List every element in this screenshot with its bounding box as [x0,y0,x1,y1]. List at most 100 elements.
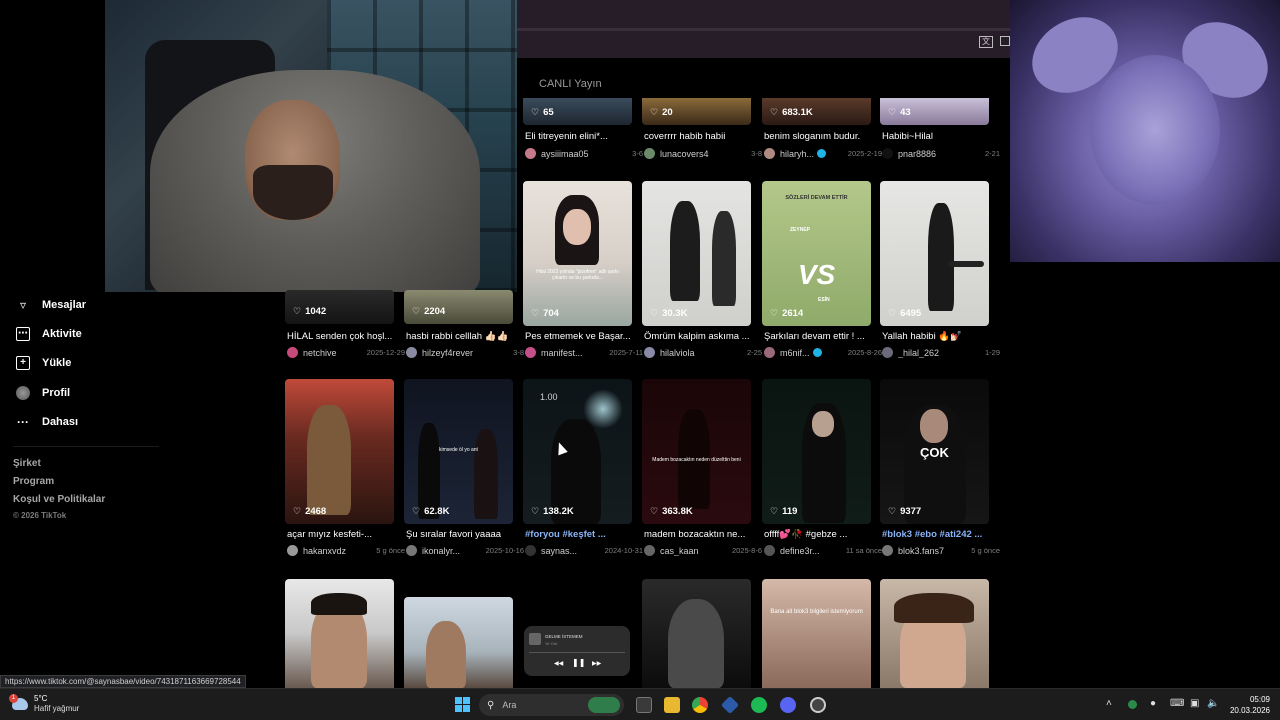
username[interactable]: hakanxvdz [303,546,346,556]
video-caption[interactable]: Eli titreyenin elini*... [525,131,643,142]
video-card[interactable]: ♡ 1042 HİLAL senden çok hoşl... netchive … [285,290,405,358]
video-card[interactable]: ♡ 119 offff💕🥀 #gebze ... define3r... 11 s… [762,379,882,556]
network-icon[interactable]: ▣ [1190,698,1199,709]
video-thumbnail[interactable]: ♡ 65 [523,98,632,125]
windows-start-icon[interactable] [455,697,470,712]
avatar[interactable] [525,545,536,556]
footer-link-terms[interactable]: Koşul ve Politikalar [13,494,105,505]
avatar[interactable] [644,148,655,159]
avatar[interactable] [764,148,775,159]
video-card[interactable]: Hilal 2022 yılında "pizofren" adlı şarkı… [523,181,643,358]
username[interactable]: cas_kaan [660,546,699,556]
chrome-icon[interactable] [692,697,708,713]
username[interactable]: netchive [303,348,337,358]
username[interactable]: blok3.fans7 [898,546,944,556]
video-caption[interactable]: HİLAL senden çok hoşl... [287,331,405,342]
video-thumbnail[interactable]: Madem bozacaktın neden düzelttin beni ♡ 3… [642,379,751,524]
video-card[interactable] [285,579,394,688]
weather-widget[interactable]: 1 5°C Hafif yağmur [9,693,79,713]
video-caption[interactable]: Pes etmemek ve Başar... [525,331,643,342]
video-thumbnail[interactable]: ♡ 2204 [404,290,513,324]
video-caption[interactable]: #blok3 #ebo #ati242 ... [882,529,1000,540]
nav-profile[interactable]: Profil [16,386,70,400]
next-icon[interactable]: ▶▶ [592,660,601,667]
nav-more[interactable]: ··· Dahası [16,415,78,429]
username[interactable]: ikonalyr... [422,546,460,556]
username[interactable]: define3r... [780,546,820,556]
video-caption[interactable]: hasbi rabbi celllah 👍🏻👍🏻 [406,331,524,342]
video-thumbnail[interactable]: ♡ 119 [762,379,871,524]
translate-icon[interactable]: 文 [979,36,993,48]
tray-app-icon[interactable] [1128,700,1137,709]
avatar[interactable] [287,347,298,358]
video-thumbnail[interactable] [880,579,989,688]
video-thumbnail[interactable]: ♡ 1042 [285,290,394,324]
system-clock[interactable]: 05:09 20.03.2026 [1230,694,1270,716]
obs-icon[interactable] [810,697,826,713]
video-card[interactable]: ♡ 2468 açar mıyız kesfeti-... hakanxvdz 5… [285,379,405,556]
username[interactable]: m6nif... [780,348,810,358]
video-caption[interactable]: Yallah habibi 🔥💅🏻 [882,331,1000,342]
video-thumbnail[interactable] [285,579,394,688]
keyboard-icon[interactable]: ⌨ [1170,698,1184,709]
avatar[interactable] [644,347,655,358]
avatar[interactable] [525,148,536,159]
footer-link-company[interactable]: Şirket [13,458,41,469]
avatar[interactable] [764,347,775,358]
video-card[interactable]: ♡ 2204 hasbi rabbi celllah 👍🏻👍🏻 hilzeyf4r… [404,290,524,358]
video-card[interactable] [642,579,751,688]
video-card[interactable]: ÇOK ♡ 9377 #blok3 #ebo #ati242 ... blok3.… [880,379,1000,556]
spotify-icon[interactable] [751,697,767,713]
avatar[interactable] [882,347,893,358]
video-caption[interactable]: açar mıyız kesfeti-... [287,529,405,540]
nav-upload[interactable]: + Yükle [16,356,71,370]
video-thumbnail[interactable]: ♡ 43 [880,98,989,125]
avatar[interactable] [287,545,298,556]
username[interactable]: hilaryh... [780,149,814,159]
video-thumbnail[interactable]: ♡ 20 [642,98,751,125]
video-caption[interactable]: Ömrüm kalpim askıma ... [644,331,762,342]
tray-overflow-icon[interactable]: ˄ [1106,698,1112,709]
avatar[interactable] [644,545,655,556]
video-thumbnail[interactable] [404,597,513,688]
video-caption[interactable]: Şarkıları devam ettir ! ... [764,331,882,342]
app-icon[interactable] [720,695,740,715]
video-thumbnail[interactable]: ♡ 683.1K [762,98,871,125]
video-card[interactable]: kimsede öl yo ant ♡ 62.8K Şu sıralar favo… [404,379,524,556]
video-caption[interactable]: Habibi~Hilal [882,131,1000,142]
previous-icon[interactable]: ◀◀ [554,660,563,667]
video-caption[interactable]: madem bozacaktın ne... [644,529,762,540]
discord-icon[interactable] [780,697,796,713]
username[interactable]: _hilal_262 [898,348,939,358]
username[interactable]: hilalviola [660,348,695,358]
video-thumbnail[interactable]: SÖZLERİ DEVAM ETTİR VS ZEYNEP ESİN ♡ 2614 [762,181,871,326]
video-caption[interactable]: benim sloganım budur. [764,131,882,142]
video-caption[interactable]: offff💕🥀 #gebze ... [764,529,882,540]
video-card[interactable]: ♡ 683.1K benim sloganım budur. hilaryh...… [762,98,882,159]
video-card[interactable]: ♡ 65 Eli titreyenin elini*... aysiiimaa05… [523,98,643,159]
video-card[interactable]: SÖZLERİ DEVAM ETTİR VS ZEYNEP ESİN ♡ 2614… [762,181,882,358]
video-thumbnail[interactable]: kimsede öl yo ant ♡ 62.8K [404,379,513,524]
username[interactable]: lunacovers4 [660,149,709,159]
video-card[interactable]: ♡ 43 Habibi~Hilal pnar8886 2-21 [880,98,1000,159]
video-thumbnail[interactable]: ♡ 2468 [285,379,394,524]
avatar[interactable] [764,545,775,556]
volume-icon[interactable]: 🔈 [1207,698,1219,709]
video-card[interactable]: Bana ait blok3 bilgileri istemiyorum [762,579,871,688]
file-explorer-icon[interactable] [664,697,680,713]
username[interactable]: hilzeyf4rever [422,348,473,358]
video-card[interactable]: ♡ 20 coverrrr habib habii lunacovers4 3-8 [642,98,762,159]
video-thumbnail[interactable]: Hilal 2022 yılında "pizofren" adlı şarkı… [523,181,632,326]
playback-rate[interactable]: 1.00 [540,392,558,402]
video-thumbnail[interactable] [642,579,751,688]
taskbar-search[interactable]: ⚲ Ara [479,694,624,716]
username[interactable]: manifest... [541,348,583,358]
username[interactable]: pnar8886 [898,149,936,159]
avatar[interactable] [882,545,893,556]
username[interactable]: saynas... [541,546,577,556]
avatar[interactable] [406,347,417,358]
video-caption[interactable]: Şu sıralar favori yaaaa [406,529,524,540]
video-thumbnail[interactable]: Bana ait blok3 bilgileri istemiyorum [762,579,871,688]
nav-messages[interactable]: ▿ Mesajlar [16,298,86,312]
screen-icon[interactable] [1000,36,1010,46]
